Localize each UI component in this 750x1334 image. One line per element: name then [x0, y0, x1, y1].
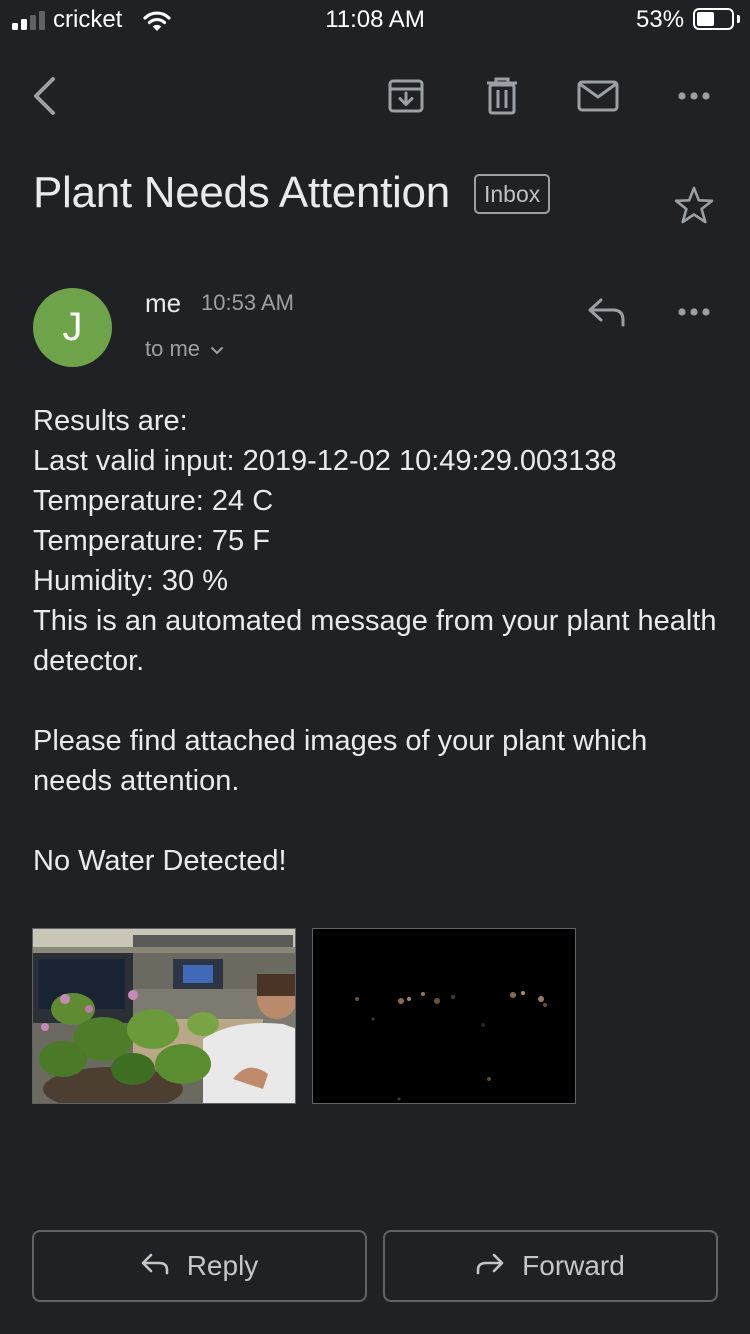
- mail-icon: [577, 80, 619, 112]
- forward-label: Forward: [522, 1250, 625, 1281]
- battery-level: [697, 12, 714, 26]
- back-button[interactable]: [22, 72, 66, 120]
- reply-icon: [587, 297, 627, 327]
- body-line: Please find attached images of your plan…: [33, 725, 648, 797]
- attachment-mask-photo[interactable]: [312, 928, 576, 1104]
- mark-unread-button[interactable]: [572, 72, 624, 120]
- email-screen: cricket 11:08 AM 53% Plant Needs Attenti…: [0, 0, 750, 1334]
- delete-button[interactable]: [476, 72, 528, 120]
- star-button[interactable]: [668, 180, 720, 230]
- body-spacer: [33, 681, 733, 721]
- sender-avatar[interactable]: J: [33, 288, 112, 367]
- reply-button[interactable]: Reply: [32, 1230, 367, 1302]
- body-line: Results are:: [33, 405, 188, 437]
- more-horizontal-icon: [677, 307, 711, 317]
- inbox-label-badge[interactable]: Inbox: [474, 174, 551, 214]
- battery-percent: 53%: [636, 6, 685, 33]
- forward-button[interactable]: Forward: [383, 1230, 718, 1302]
- recipient-details-toggle[interactable]: to me: [145, 336, 224, 362]
- reply-label: Reply: [186, 1250, 259, 1281]
- battery-tip: [737, 15, 740, 23]
- more-options-button[interactable]: [670, 72, 718, 120]
- star-icon: [674, 186, 714, 224]
- sender-name: me: [145, 288, 182, 318]
- body-spacer: [33, 801, 733, 841]
- body-line: No Water Detected!: [33, 845, 287, 877]
- body-line: This is an automated message from your p…: [33, 605, 717, 677]
- attachment-plant-photo[interactable]: [32, 928, 296, 1104]
- body-line: Temperature: 24 C: [33, 485, 274, 517]
- sent-time: 10:53 AM: [201, 290, 294, 315]
- body-line: Temperature: 75 F: [33, 525, 270, 557]
- body-line: Last valid input: 2019-12-02 10:49:29.00…: [33, 445, 617, 477]
- chevron-down-icon: [210, 336, 224, 362]
- back-icon: [31, 76, 57, 116]
- message-more-button[interactable]: [670, 288, 718, 336]
- trash-icon: [485, 76, 519, 116]
- body-line: Humidity: 30 %: [33, 565, 229, 597]
- email-body: Results are: Last valid input: 2019-12-0…: [33, 401, 733, 881]
- archive-icon: [387, 77, 425, 115]
- status-bar: cricket 11:08 AM 53%: [0, 0, 750, 40]
- archive-button[interactable]: [380, 72, 432, 120]
- email-subject: Plant Needs Attention: [33, 168, 450, 217]
- reply-icon: [141, 1250, 169, 1282]
- recipient-label: to me: [145, 336, 201, 361]
- reply-icon-button[interactable]: [582, 288, 632, 336]
- forward-icon: [476, 1250, 504, 1282]
- more-horizontal-icon: [677, 91, 711, 101]
- battery-icon: [693, 8, 734, 30]
